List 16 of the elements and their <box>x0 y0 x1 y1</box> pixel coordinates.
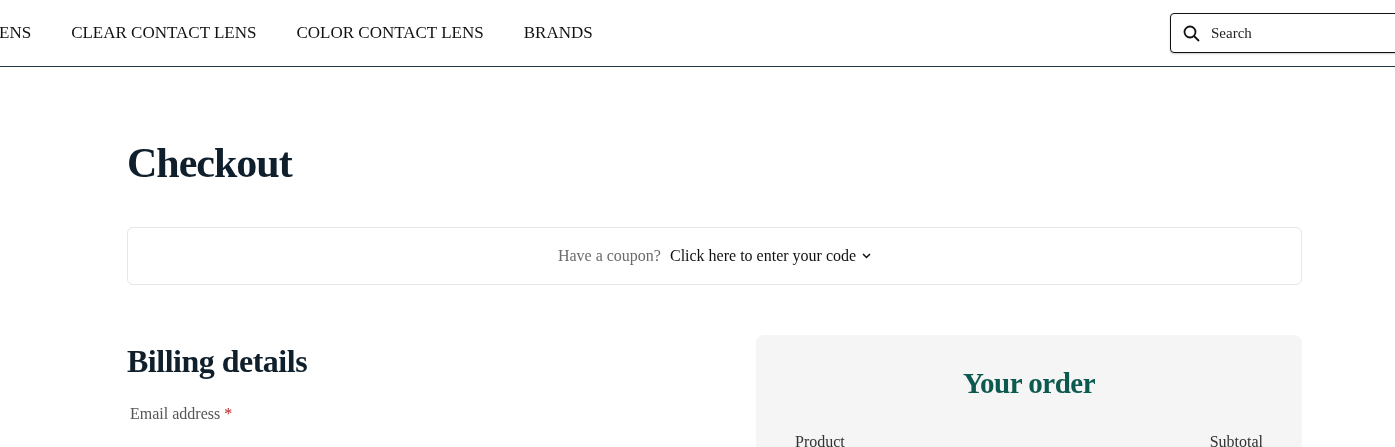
search-icon <box>1183 25 1200 42</box>
chevron-icon <box>862 253 872 259</box>
field-label: Email address <box>130 405 221 422</box>
coupon-link[interactable]: Click here to enter your code <box>669 247 872 265</box>
order-title: Your order <box>961 366 1097 401</box>
page-title: Checkout <box>127 139 294 187</box>
coupon-prompt: Have a coupon? <box>557 247 661 265</box>
column-header: Subtotal <box>1209 433 1263 447</box>
section-title: Billing details <box>127 342 309 381</box>
nav-link[interactable]: CLEAR CONTACT LENS <box>71 23 257 43</box>
nav-link[interactable]: COLOR CONTACT LENS <box>296 23 484 43</box>
required-mark: * <box>224 405 233 422</box>
column-header: Product <box>795 433 845 447</box>
nav-link[interactable]: BRANDS <box>523 23 593 43</box>
nav-link[interactable]: ENS <box>0 23 32 43</box>
search-field[interactable]: Search <box>1170 13 1395 53</box>
